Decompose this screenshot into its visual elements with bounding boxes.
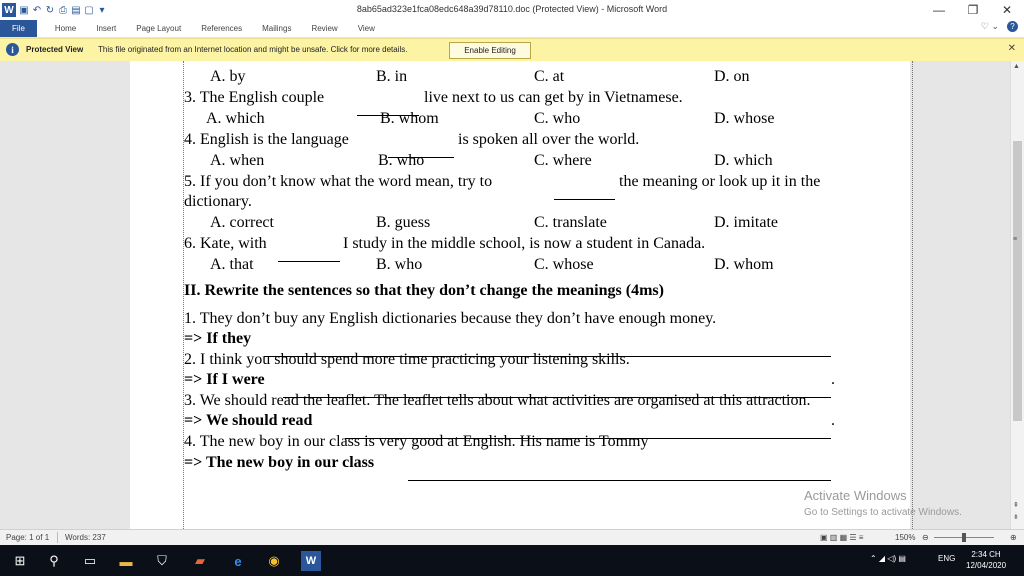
document-line: A. by [210, 68, 246, 85]
document-line: D. whose [714, 110, 775, 127]
help-icon[interactable]: ? [1007, 21, 1018, 32]
prev-page-icon[interactable]: ⇞ [1013, 501, 1019, 509]
status-separator [57, 532, 58, 543]
document-line: II. Rewrite the sentences so that they d… [184, 282, 664, 299]
chrome-browser-icon[interactable]: ◉ [264, 551, 284, 571]
next-page-icon[interactable]: ⇟ [1013, 513, 1019, 521]
document-line: the meaning or look up it in the [619, 173, 821, 190]
windows-taskbar: ⊞ ⚲ ▭ ▬ ⛉ ▰ e ◉ W ⌃ ◢ ◁) ▤ ENG 2:34 CH 1… [0, 545, 1024, 576]
document-line: D. which [714, 152, 773, 169]
document-line: A. correct [210, 214, 274, 231]
close-bar-icon[interactable]: ✕ [1008, 43, 1016, 54]
document-line: 3. The English couple [184, 89, 325, 106]
blank-line [264, 344, 831, 357]
document-line: A. when [210, 152, 265, 169]
status-bar: Page: 1 of 1 Words: 237 ▣ ▥ ▦ ☰ ≡ 150% ⊖… [0, 529, 1024, 546]
clock-date: 12/04/2020 [966, 561, 1007, 570]
task-view-icon[interactable]: ▭ [80, 551, 100, 571]
clock-time: 2:34 CH [971, 550, 1001, 559]
scroll-up-icon[interactable]: ▲ [1013, 63, 1020, 70]
blank-line [408, 468, 831, 481]
restore-button[interactable]: ❐ [956, 0, 990, 20]
document-line: B. in [376, 68, 408, 85]
page-count[interactable]: Page: 1 of 1 [6, 533, 49, 542]
document-line: . [831, 412, 835, 429]
document-line: 5. If you don’t know what the word mean,… [184, 173, 493, 190]
document-line: A. which [206, 110, 265, 127]
document-line: B. guess [376, 214, 431, 231]
ribbon-expand-icon[interactable]: ♡ ⌄ [981, 21, 999, 32]
blank-line [388, 145, 454, 158]
system-clock[interactable]: 2:34 CH 12/04/2020 [966, 549, 1006, 571]
tab-mailings[interactable]: Mailings [252, 20, 301, 37]
zoom-slider-knob[interactable] [962, 533, 966, 542]
word-taskbar-icon[interactable]: W [301, 551, 321, 571]
left-margin-guide [183, 61, 184, 529]
close-button[interactable]: ✕ [990, 0, 1024, 20]
document-line: A. that [210, 256, 254, 273]
protected-view-bar: i Protected View This file originated fr… [0, 38, 1024, 62]
activate-windows-title: Activate Windows [804, 488, 907, 503]
powerpoint-icon[interactable]: ▰ [190, 551, 210, 571]
view-mode-icons[interactable]: ▣ ▥ ▦ ☰ ≡ [820, 533, 863, 542]
blank-line [554, 187, 615, 200]
document-line: => The new boy in our class [184, 454, 375, 471]
document-line: => If they [184, 330, 252, 347]
word-count[interactable]: Words: 237 [65, 533, 106, 542]
document-line: C. at [534, 68, 565, 85]
document-line: D. on [714, 68, 750, 85]
enable-editing-button[interactable]: Enable Editing [449, 42, 531, 59]
document-line: dictionary. [184, 193, 252, 210]
zoom-level[interactable]: 150% [895, 533, 915, 542]
document-line: => If I were [184, 371, 265, 388]
input-language[interactable]: ENG [938, 554, 955, 563]
document-line: . [831, 371, 835, 388]
document-line: C. whose [534, 256, 594, 273]
tab-page-layout[interactable]: Page Layout [126, 20, 191, 37]
document-line: is spoken all over the world. [458, 131, 640, 148]
scrollbar-thumb[interactable] [1013, 141, 1022, 421]
blank-line [278, 249, 340, 262]
document-line: => We should read [184, 412, 313, 429]
tab-view[interactable]: View [348, 20, 385, 37]
activate-windows-subtitle: Go to Settings to activate Windows. [804, 507, 962, 518]
document-line: live next to us can get by in Vietnamese… [424, 89, 683, 106]
document-line: D. whom [714, 256, 774, 273]
tray-icons[interactable]: ⌃ ◢ ◁) ▤ [870, 554, 906, 563]
search-icon[interactable]: ⚲ [44, 551, 64, 571]
ruler-toggle-icon[interactable]: ≡ [1013, 236, 1017, 243]
windows-start-icon[interactable]: ⊞ [10, 551, 30, 571]
tab-file[interactable]: File [0, 20, 37, 37]
document-line: I study in the middle school, is now a s… [343, 235, 706, 252]
document-line: 4. English is the language [184, 131, 349, 148]
info-icon: i [6, 43, 19, 56]
protected-view-message[interactable]: This file originated from an Internet lo… [98, 45, 408, 54]
tab-references[interactable]: References [191, 20, 252, 37]
vertical-scrollbar[interactable]: ▲ ≡ ⇞ ⇟ [1010, 61, 1024, 529]
window-title: 8ab65ad323e1fca08edc648a39d78110.doc (Pr… [356, 4, 668, 14]
title-bar: W ▣ ↶ ↻ ⎙ ▤ ▢ ▾ 8ab65ad323e1fca08edc648a… [0, 0, 1024, 20]
tab-home[interactable]: Home [45, 20, 86, 37]
document-line: 1. They don’t buy any English dictionari… [184, 310, 717, 327]
ribbon-tabs: File Home Insert Page Layout References … [0, 20, 1024, 37]
zoom-in-icon[interactable]: ⊕ [1010, 533, 1017, 542]
zoom-out-icon[interactable]: ⊖ [922, 533, 929, 542]
file-explorer-icon[interactable]: ▬ [116, 551, 136, 571]
tab-review[interactable]: Review [301, 20, 347, 37]
blank-line [357, 103, 419, 116]
document-line: C. where [534, 152, 592, 169]
store-icon[interactable]: ⛉ [152, 551, 172, 571]
document-line: 6. Kate, with [184, 235, 267, 252]
protected-view-label: Protected View [26, 45, 84, 54]
document-line: C. who [534, 110, 581, 127]
edge-browser-icon[interactable]: e [228, 551, 248, 571]
blank-line [345, 426, 831, 439]
blank-line [283, 385, 831, 398]
document-line: B. who [376, 256, 423, 273]
tab-insert[interactable]: Insert [86, 20, 126, 37]
document-line: D. imitate [714, 214, 778, 231]
minimize-button[interactable]: — [922, 0, 956, 20]
right-margin-guide [912, 61, 913, 529]
document-line: C. translate [534, 214, 607, 231]
